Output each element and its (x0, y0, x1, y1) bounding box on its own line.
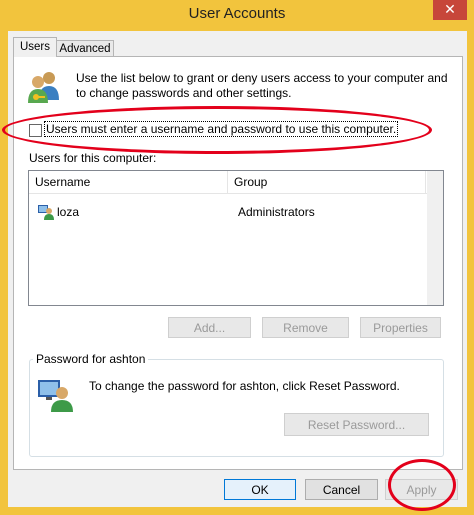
window-title: User Accounts (188, 5, 286, 22)
password-groupbox (29, 359, 444, 457)
annotation-ellipse-apply (388, 459, 456, 511)
column-header-group[interactable]: Group (228, 171, 425, 193)
vertical-scrollbar[interactable] (427, 171, 443, 305)
user-key-icon (38, 378, 74, 412)
annotation-ellipse-checkbox (2, 106, 432, 154)
user-icon (38, 204, 54, 220)
table-row[interactable]: loza Administrators (29, 203, 427, 223)
remove-button[interactable]: Remove (262, 317, 349, 338)
reset-password-button[interactable]: Reset Password... (284, 413, 429, 436)
username-cell: loza (57, 205, 80, 219)
intro-text: Use the list below to grant or deny user… (76, 71, 448, 100)
users-icon (27, 70, 63, 104)
list-header: Username Group (29, 171, 427, 194)
title-bar: User Accounts ✕ (0, 0, 474, 31)
tab-users[interactable]: Users (13, 37, 57, 57)
password-group-legend: Password for ashton (33, 352, 149, 366)
tab-users-label: Users (19, 41, 51, 53)
properties-button[interactable]: Properties (360, 317, 441, 338)
add-button[interactable]: Add... (168, 317, 251, 338)
group-cell: Administrators (238, 205, 315, 219)
column-header-username[interactable]: Username (29, 171, 227, 193)
tab-advanced-label: Advanced (59, 43, 111, 55)
column-divider[interactable] (425, 171, 426, 193)
ok-button[interactable]: OK (224, 479, 296, 500)
password-group-text: To change the password for ashton, click… (89, 379, 400, 393)
close-button[interactable]: ✕ (433, 0, 467, 20)
cancel-button[interactable]: Cancel (305, 479, 378, 500)
users-listview[interactable]: Username Group loza Administrators (28, 170, 444, 306)
users-list-label: Users for this computer: (29, 151, 157, 165)
close-icon: ✕ (444, 1, 456, 17)
